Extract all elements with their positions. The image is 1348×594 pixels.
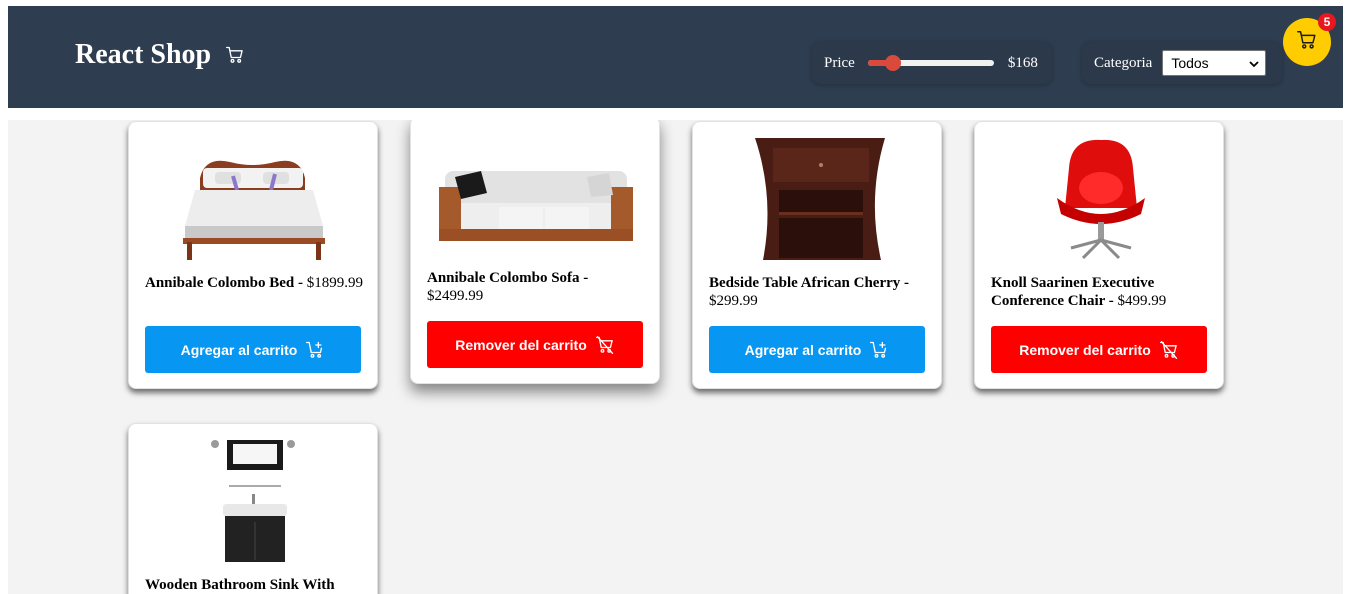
product-card: Bedside Table African Cherry - $299.99 A…	[692, 121, 942, 389]
price-slider[interactable]	[867, 55, 994, 71]
product-grid: Annibale Colombo Bed - $1899.99 Agregar …	[8, 120, 1343, 594]
category-label: Categoria	[1094, 54, 1153, 71]
product-name: Bedside Table African Cherry - $299.99	[709, 275, 910, 309]
header: React Shop Price $168 Categoria Todos	[8, 6, 1343, 108]
product-name: Annibale Colombo Bed - $1899.99	[145, 275, 363, 291]
product-card: Wooden Bathroom Sink With	[128, 423, 378, 594]
price-slider-thumb[interactable]	[885, 55, 902, 71]
cart-plus-icon	[869, 340, 889, 360]
cart-remove-icon	[595, 335, 615, 355]
cart-plus-icon	[305, 340, 325, 360]
product-name: Annibale Colombo Sofa - $2499.99	[427, 270, 589, 304]
add-to-cart-button[interactable]: Agregar al carrito	[145, 326, 361, 373]
product-card: Annibale Colombo Sofa - $2499.99 Remover…	[410, 120, 660, 384]
product-image-bed	[145, 138, 361, 260]
product-price: $2499.99	[427, 288, 484, 304]
category-filter: Categoria Todos	[1082, 42, 1282, 84]
product-image-chair	[991, 138, 1207, 260]
product-name: Wooden Bathroom Sink With	[145, 577, 335, 593]
product-image-bedside-table	[709, 138, 925, 260]
cart-remove-icon	[1159, 340, 1179, 360]
product-card: Knoll Saarinen Executive Conference Chai…	[974, 121, 1224, 389]
product-price: $299.99	[709, 293, 758, 309]
chevron-down-icon	[1249, 55, 1259, 71]
product-price: $1899.99	[306, 275, 363, 291]
price-value: $168	[1007, 54, 1038, 71]
category-select[interactable]: Todos	[1162, 50, 1267, 76]
product-image-sofa	[427, 133, 643, 255]
product-card: Annibale Colombo Bed - $1899.99 Agregar …	[128, 121, 378, 389]
site-title: React Shop	[75, 39, 212, 70]
product-price: $499.99	[1117, 293, 1167, 309]
cart-icon	[225, 44, 245, 66]
product-name: Knoll Saarinen Executive Conference Chai…	[991, 275, 1167, 309]
cart-icon	[1296, 29, 1318, 56]
price-filter: Price $168	[812, 42, 1052, 84]
cart-count-badge: 5	[1318, 13, 1336, 31]
category-selected-value: Todos	[1171, 55, 1209, 71]
remove-from-cart-button[interactable]: Remover del carrito	[991, 326, 1207, 373]
price-label: Price	[824, 54, 855, 71]
add-to-cart-button[interactable]: Agregar al carrito	[709, 326, 925, 373]
product-image-bathroom-sink	[145, 440, 361, 562]
remove-from-cart-button[interactable]: Remover del carrito	[427, 321, 643, 368]
brand[interactable]: React Shop	[75, 39, 245, 71]
